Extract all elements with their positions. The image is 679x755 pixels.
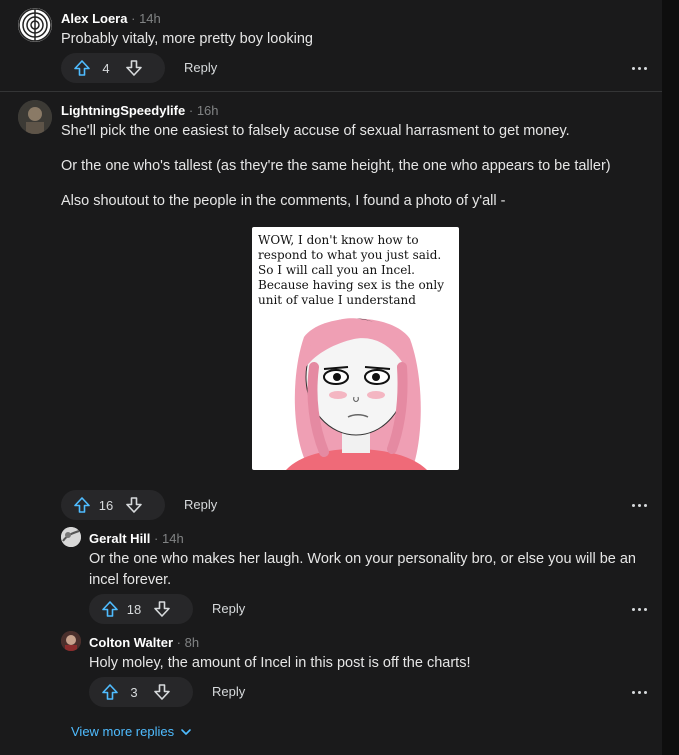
vote-control: 4 (61, 53, 165, 83)
reply-button[interactable]: Reply (208, 677, 249, 707)
comment-paragraph: Or the one who's tallest (as they're the… (61, 158, 611, 174)
meta-separator: · (176, 635, 181, 650)
comment-time[interactable]: 8h (185, 635, 199, 650)
comment-author[interactable]: Alex Loera (61, 11, 127, 26)
arrow-down-icon (126, 60, 142, 76)
downvote-button[interactable] (121, 53, 147, 83)
arrow-down-icon (126, 497, 142, 513)
meta-separator: · (131, 11, 136, 26)
vote-control: 3 (89, 677, 193, 707)
user-photo-avatar-icon (61, 527, 81, 547)
upvote-button[interactable] (97, 677, 123, 707)
comment-thread: Alex Loera · 14h Probably vitaly, more p… (0, 0, 662, 755)
avatar-geralt-hill[interactable] (61, 527, 81, 547)
comment-paragraph: She'll pick the one easiest to falsely a… (61, 123, 570, 139)
comment-body: Holy moley, the amount of Incel in this … (89, 653, 655, 674)
comment-body: Probably vitaly, more pretty boy looking (61, 29, 641, 50)
vote-count: 16 (98, 497, 114, 513)
comment-time[interactable]: 14h (162, 531, 184, 546)
downvote-button[interactable] (121, 490, 147, 520)
downvote-button[interactable] (149, 677, 175, 707)
reply-button[interactable]: Reply (180, 53, 221, 83)
upvote-button[interactable] (69, 490, 95, 520)
vote-control: 16 (61, 490, 165, 520)
labyrinth-avatar-icon (18, 8, 52, 42)
more-options-button[interactable] (627, 680, 651, 704)
comment-author[interactable]: Geralt Hill (89, 531, 150, 546)
comment-paragraph: Probably vitaly, more pretty boy looking (61, 31, 313, 47)
downvote-button[interactable] (149, 594, 175, 624)
arrow-down-icon (154, 601, 170, 617)
vote-count: 3 (130, 684, 138, 700)
comment-image[interactable]: WOW, I don't know how to respond to what… (252, 227, 459, 470)
more-options-button[interactable] (627, 493, 651, 517)
reply-button[interactable]: Reply (180, 490, 221, 520)
comment-paragraph: Also shoutout to the people in the comme… (61, 193, 506, 209)
more-options-button[interactable] (627, 597, 651, 621)
comment-meta: Colton Walter · 8h (89, 635, 199, 650)
avatar-lightningspeedylife[interactable] (18, 100, 52, 134)
upvote-button[interactable] (97, 594, 123, 624)
arrow-up-icon (74, 60, 90, 76)
comment-meta: LightningSpeedylife · 16h (61, 103, 219, 118)
comment-body: Or the one who makes her laugh. Work on … (89, 549, 655, 591)
comment-author[interactable]: Colton Walter (89, 635, 173, 650)
reply-button[interactable]: Reply (208, 594, 249, 624)
view-more-label: View more replies (71, 724, 175, 739)
comment-meta: Geralt Hill · 14h (89, 531, 184, 546)
arrow-up-icon (74, 497, 90, 513)
upvote-button[interactable] (69, 53, 95, 83)
right-scroll-rail (662, 0, 679, 755)
comment-time[interactable]: 14h (139, 11, 161, 26)
vote-count: 4 (102, 60, 110, 76)
avatar-alex-loera[interactable] (18, 8, 52, 42)
comment-paragraph: Or the one who makes her laugh. Work on … (89, 551, 636, 588)
chevron-down-icon (181, 728, 191, 735)
comment-time[interactable]: 16h (197, 103, 219, 118)
arrow-down-icon (154, 684, 170, 700)
avatar-colton-walter[interactable] (61, 631, 81, 651)
comment-paragraph: Holy moley, the amount of Incel in this … (89, 655, 471, 671)
comment-divider (0, 91, 662, 92)
view-more-replies-link[interactable]: View more replies (71, 724, 192, 739)
comment-meta: Alex Loera · 14h (61, 11, 161, 26)
user-photo-avatar-icon (18, 100, 52, 134)
arrow-up-icon (102, 684, 118, 700)
user-photo-avatar-icon (61, 631, 81, 651)
more-options-button[interactable] (627, 56, 651, 80)
meta-separator: · (154, 531, 159, 546)
arrow-up-icon (102, 601, 118, 617)
vote-count: 18 (126, 601, 142, 617)
comment-author[interactable]: LightningSpeedylife (61, 103, 185, 118)
meta-separator: · (188, 103, 194, 118)
vote-control: 18 (89, 594, 193, 624)
wojak-girl-illustration-icon (286, 318, 427, 470)
comment-body: She'll pick the one easiest to falsely a… (61, 121, 651, 212)
